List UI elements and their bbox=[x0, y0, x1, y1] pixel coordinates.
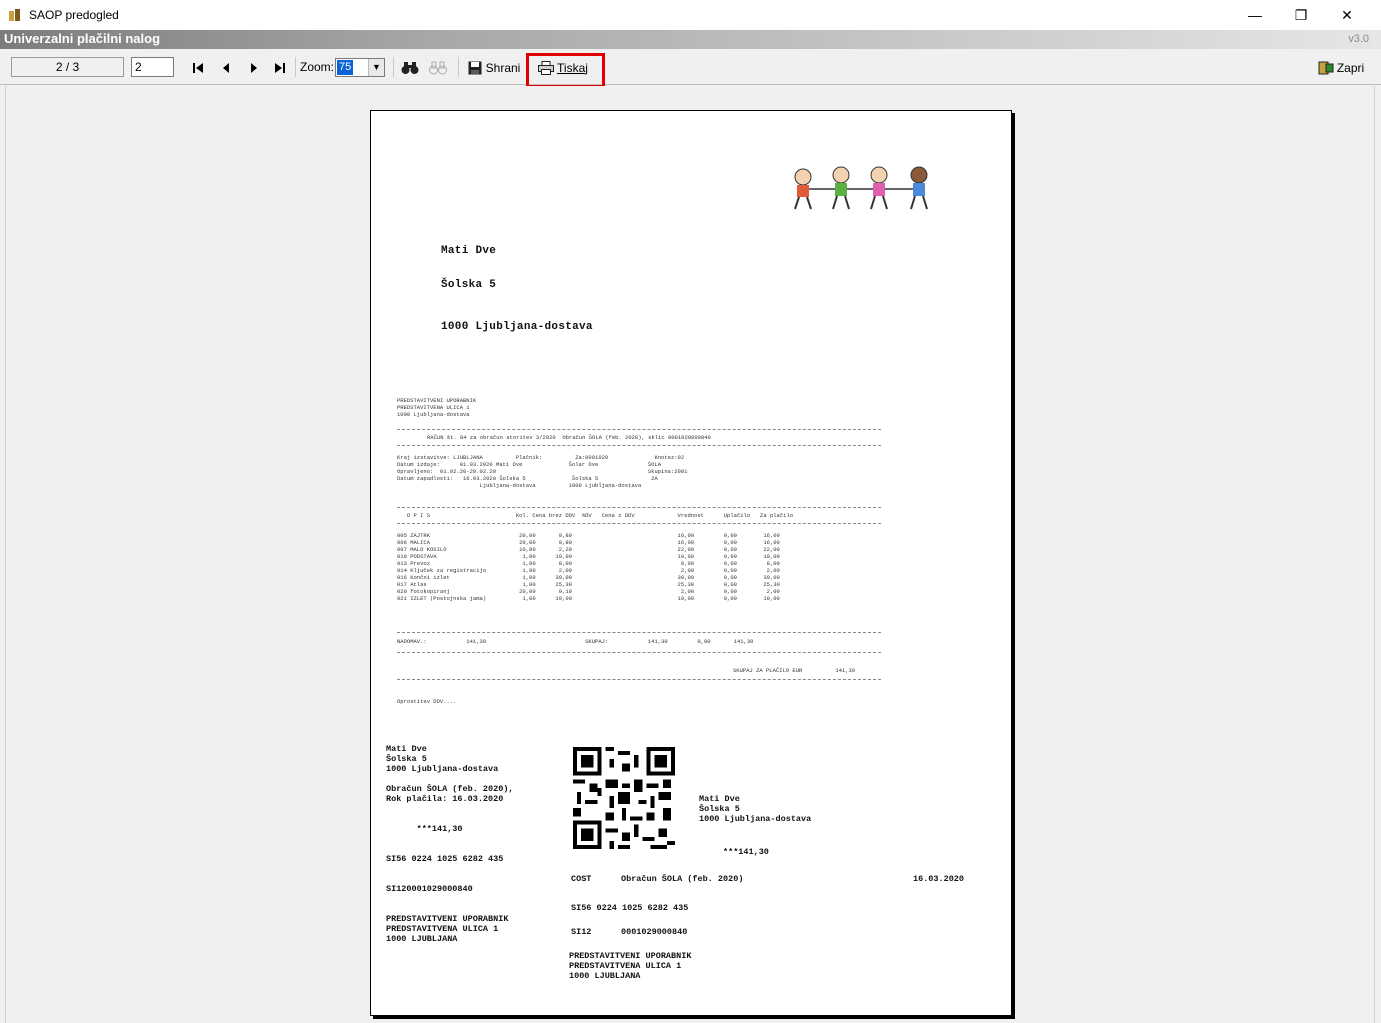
first-page-button[interactable] bbox=[190, 59, 206, 76]
invoice-info: Kraj izstavitve: LJUBLJANA Plačnik: Za:0… bbox=[397, 454, 688, 489]
slip-recipient-address: Mati Dve Šolska 5 1000 Ljubljana-dostava bbox=[699, 794, 812, 824]
slip-purpose: Obračun ŠOLA (feb. 2020) bbox=[621, 874, 744, 884]
issuer-block: PREDSTAVITVENI UPORABNIK PREDSTAVITVENA … bbox=[397, 397, 477, 418]
report-title: Univerzalni plačilni nalog bbox=[4, 31, 161, 46]
zoom-label: Zoom: bbox=[300, 60, 335, 74]
previous-page-button[interactable] bbox=[218, 59, 234, 76]
separator-line bbox=[397, 632, 881, 633]
items-table-header: O P I S Kol. Cena brez DDV %DV Cena z DD… bbox=[397, 512, 794, 519]
minimize-button[interactable]: — bbox=[1232, 0, 1278, 30]
toolbar-separator bbox=[393, 57, 394, 77]
app-icon bbox=[9, 9, 20, 21]
close-window-button[interactable]: ✕ bbox=[1324, 0, 1370, 30]
recipient-street: Šolska 5 bbox=[441, 279, 497, 291]
next-page-icon bbox=[251, 62, 257, 73]
exit-door-icon bbox=[1318, 61, 1334, 74]
restore-button[interactable]: ❐ bbox=[1278, 0, 1324, 30]
items-table-rows: 005 ZAJTRK 20,00 0,80 16,00 0,00 16,00 0… bbox=[397, 532, 780, 602]
toolbar-separator bbox=[458, 57, 459, 77]
chevron-down-icon[interactable]: ▼ bbox=[368, 59, 384, 76]
page-status: 2 / 3 bbox=[11, 57, 124, 77]
zoom-value: 75 bbox=[337, 60, 354, 75]
slip-purpose-code: COST bbox=[571, 874, 592, 884]
window-titlebar: SAOP predogled — ❐ ✕ bbox=[0, 0, 1381, 30]
slip-iban: SI56 0224 1025 6282 435 bbox=[571, 903, 689, 913]
first-page-icon bbox=[193, 62, 203, 73]
total-line: SKUPAJ ZA PLAČILO EUR 141,30 bbox=[733, 667, 856, 674]
last-page-button[interactable] bbox=[272, 59, 288, 76]
find-next-button[interactable] bbox=[428, 59, 448, 76]
binoculars-icon bbox=[401, 61, 419, 74]
window-title: SAOP predogled bbox=[29, 8, 119, 22]
slip-payee: PREDSTAVITVENI UPORABNIK PREDSTAVITVENA … bbox=[569, 951, 692, 981]
save-label: Shrani bbox=[485, 60, 521, 75]
zoom-select[interactable]: 75 ▼ bbox=[335, 58, 385, 77]
preview-toolbar: 2 / 3 2 Zoom: 75 ▼ Shrani Tiskaj Zapri bbox=[0, 49, 1381, 85]
floppy-disk-icon bbox=[468, 61, 482, 74]
save-button[interactable]: Shrani bbox=[466, 59, 522, 76]
previous-page-icon bbox=[223, 62, 229, 73]
version-label: v3.0 bbox=[1348, 33, 1369, 45]
separator-line bbox=[397, 523, 881, 524]
last-page-icon bbox=[275, 62, 285, 73]
qr-code bbox=[573, 747, 675, 849]
find-button[interactable] bbox=[400, 59, 420, 76]
next-page-button[interactable] bbox=[246, 59, 262, 76]
separator-line bbox=[397, 429, 881, 430]
slip-amount: ***141,30 bbox=[723, 847, 769, 857]
print-button-highlight bbox=[526, 53, 605, 88]
separator-line bbox=[397, 679, 881, 680]
separator-line bbox=[397, 445, 881, 446]
slip-reference-model: SI12 bbox=[571, 927, 592, 937]
slip-due-date: 16.03.2020 bbox=[913, 874, 965, 884]
vat-note: Oprostitev DDV.... bbox=[397, 698, 457, 705]
report-caption-bar: Univerzalni plačilni nalog v3.0 bbox=[0, 30, 1381, 49]
recipient-city: 1000 Ljubljana-dostava bbox=[441, 321, 593, 333]
page-number-input[interactable]: 2 bbox=[131, 57, 174, 77]
close-label: Zapri bbox=[1336, 60, 1365, 75]
separator-line bbox=[397, 652, 881, 653]
toolbar-separator bbox=[295, 57, 296, 77]
binoculars-disabled-icon bbox=[429, 61, 447, 74]
invoice-title: RAČUN št. 84 za obračun storitev 3/2020 … bbox=[427, 434, 711, 441]
close-preview-button[interactable]: Zapri bbox=[1316, 59, 1366, 76]
separator-line bbox=[397, 507, 881, 508]
children-logo bbox=[794, 166, 928, 210]
recipient-name: Mati Dve bbox=[441, 245, 497, 257]
slip-left-block: Mati Dve Šolska 5 1000 Ljubljana-dostava… bbox=[386, 744, 514, 944]
slip-reference: 0001029000840 bbox=[621, 927, 688, 937]
subtotal-line: NADOMAV.: 141,30 SKUPAJ: 141,30 0,00 141… bbox=[397, 638, 754, 645]
document-page: Mati Dve Šolska 5 1000 Ljubljana-dostava… bbox=[370, 110, 1012, 1016]
